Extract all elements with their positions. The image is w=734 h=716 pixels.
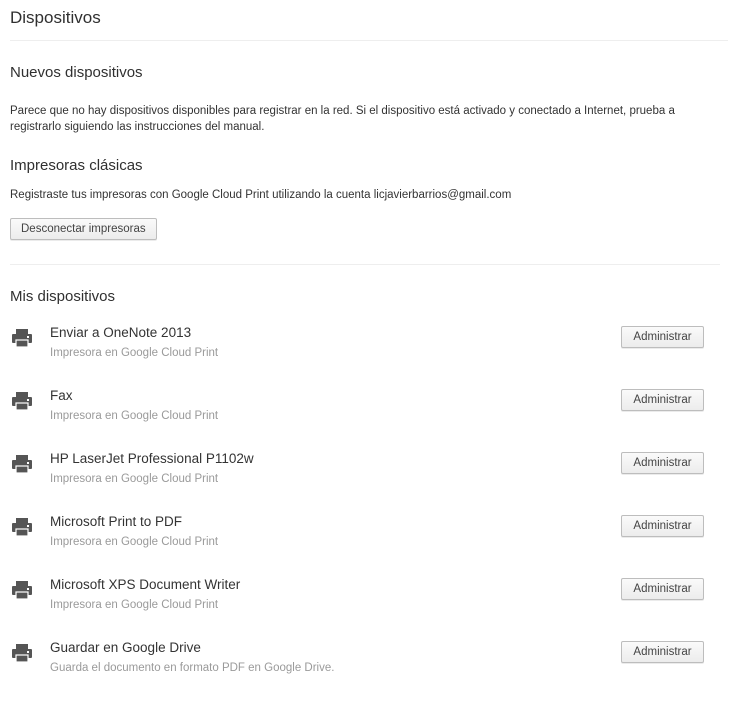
device-row: Fax Impresora en Google Cloud Print Admi… bbox=[0, 383, 734, 446]
printer-icon bbox=[12, 518, 32, 537]
disconnect-printers-button[interactable]: Desconectar impresoras bbox=[10, 218, 157, 240]
new-devices-message: Parece que no hay dispositivos disponibl… bbox=[10, 103, 675, 135]
manage-button[interactable]: Administrar bbox=[621, 389, 704, 411]
device-description: Guarda el documento en formato PDF en Go… bbox=[50, 662, 335, 674]
device-row: Enviar a OneNote 2013 Impresora en Googl… bbox=[0, 320, 734, 383]
manage-button[interactable]: Administrar bbox=[621, 452, 704, 474]
device-description: Impresora en Google Cloud Print bbox=[50, 473, 219, 485]
device-row: HP LaserJet Professional P1102w Impresor… bbox=[0, 446, 734, 509]
page-title: Dispositivos bbox=[10, 8, 101, 27]
device-row: Microsoft Print to PDF Impresora en Goog… bbox=[0, 509, 734, 572]
device-name: HP LaserJet Professional P1102w bbox=[50, 451, 254, 466]
printer-icon bbox=[12, 581, 32, 600]
new-devices-message-line2: registrarlo siguiendo las instrucciones … bbox=[10, 121, 265, 133]
classic-printers-message: Registraste tus impresoras con Google Cl… bbox=[10, 189, 512, 201]
device-row: Microsoft XPS Document Writer Impresora … bbox=[0, 572, 734, 635]
my-devices-heading: Mis dispositivos bbox=[10, 288, 116, 305]
manage-button[interactable]: Administrar bbox=[621, 326, 704, 348]
printer-icon bbox=[12, 644, 32, 663]
device-row: Guardar en Google Drive Guarda el docume… bbox=[0, 635, 734, 698]
device-name: Microsoft Print to PDF bbox=[50, 514, 183, 529]
device-description: Impresora en Google Cloud Print bbox=[50, 410, 219, 422]
device-description: Impresora en Google Cloud Print bbox=[50, 599, 219, 611]
manage-button[interactable]: Administrar bbox=[621, 641, 704, 663]
device-name: Microsoft XPS Document Writer bbox=[50, 577, 241, 592]
section-divider bbox=[10, 264, 720, 265]
manage-button[interactable]: Administrar bbox=[621, 578, 704, 600]
printer-icon bbox=[12, 392, 32, 411]
title-divider bbox=[10, 40, 728, 41]
device-list: Enviar a OneNote 2013 Impresora en Googl… bbox=[0, 320, 734, 698]
new-devices-heading: Nuevos dispositivos bbox=[10, 64, 143, 81]
printer-icon bbox=[12, 455, 32, 474]
device-description: Impresora en Google Cloud Print bbox=[50, 347, 219, 359]
device-name: Fax bbox=[50, 388, 73, 403]
device-name: Enviar a OneNote 2013 bbox=[50, 325, 192, 340]
printer-icon bbox=[12, 329, 32, 348]
new-devices-message-line1: Parece que no hay dispositivos disponibl… bbox=[10, 105, 675, 117]
device-description: Impresora en Google Cloud Print bbox=[50, 536, 219, 548]
device-name: Guardar en Google Drive bbox=[50, 640, 201, 655]
classic-printers-heading: Impresoras clásicas bbox=[10, 157, 143, 174]
manage-button[interactable]: Administrar bbox=[621, 515, 704, 537]
